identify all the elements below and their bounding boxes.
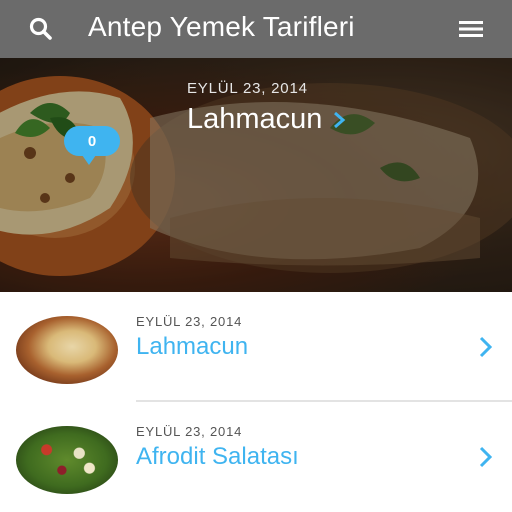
hero-title: Lahmacun (187, 103, 323, 135)
chevron-right-icon (479, 446, 493, 468)
list-item-date: EYLÜL 23, 2014 (136, 314, 243, 329)
open-recipe-button[interactable] (472, 332, 498, 362)
recipe-list: EYLÜL 23, 2014 Lahmacun EYLÜL 23, 2014 A… (0, 292, 512, 512)
top-app-bar: Antep Yemek Tarifleri (0, 0, 512, 58)
app-screen: Antep Yemek Tarifleri 0 EYLÜL 23, 2014 L… (0, 0, 512, 512)
search-icon (29, 17, 52, 40)
hamburger-menu-icon (459, 21, 483, 37)
chevron-right-icon (334, 111, 346, 128)
list-item-date: EYLÜL 23, 2014 (136, 424, 243, 439)
list-item-text: EYLÜL 23, 2014 Lahmacun (136, 314, 248, 361)
comment-count-badge[interactable]: 0 (64, 126, 120, 165)
hero-title-row[interactable]: Lahmacun (187, 103, 346, 136)
featured-slider[interactable]: 0 EYLÜL 23, 2014 Lahmacun (0, 58, 512, 292)
open-recipe-button[interactable] (472, 442, 498, 472)
list-item-text: EYLÜL 23, 2014 Afrodit Salatası (136, 424, 299, 471)
hero-date: EYLÜL 23, 2014 (187, 80, 308, 97)
list-item[interactable]: EYLÜL 23, 2014 Lahmacun (0, 292, 512, 400)
hero-caption[interactable]: EYLÜL 23, 2014 Lahmacun (187, 80, 346, 136)
list-item-title[interactable]: Afrodit Salatası (136, 443, 299, 471)
list-item-title[interactable]: Lahmacun (136, 333, 248, 361)
menu-button[interactable] (454, 15, 488, 43)
recipe-thumbnail (16, 426, 118, 494)
list-item[interactable]: EYLÜL 23, 2014 Afrodit Salatası (16, 400, 512, 510)
recipe-thumbnail (16, 316, 118, 384)
chevron-right-icon (479, 336, 493, 358)
app-title: Antep Yemek Tarifleri (88, 11, 355, 42)
search-button[interactable] (26, 15, 56, 43)
